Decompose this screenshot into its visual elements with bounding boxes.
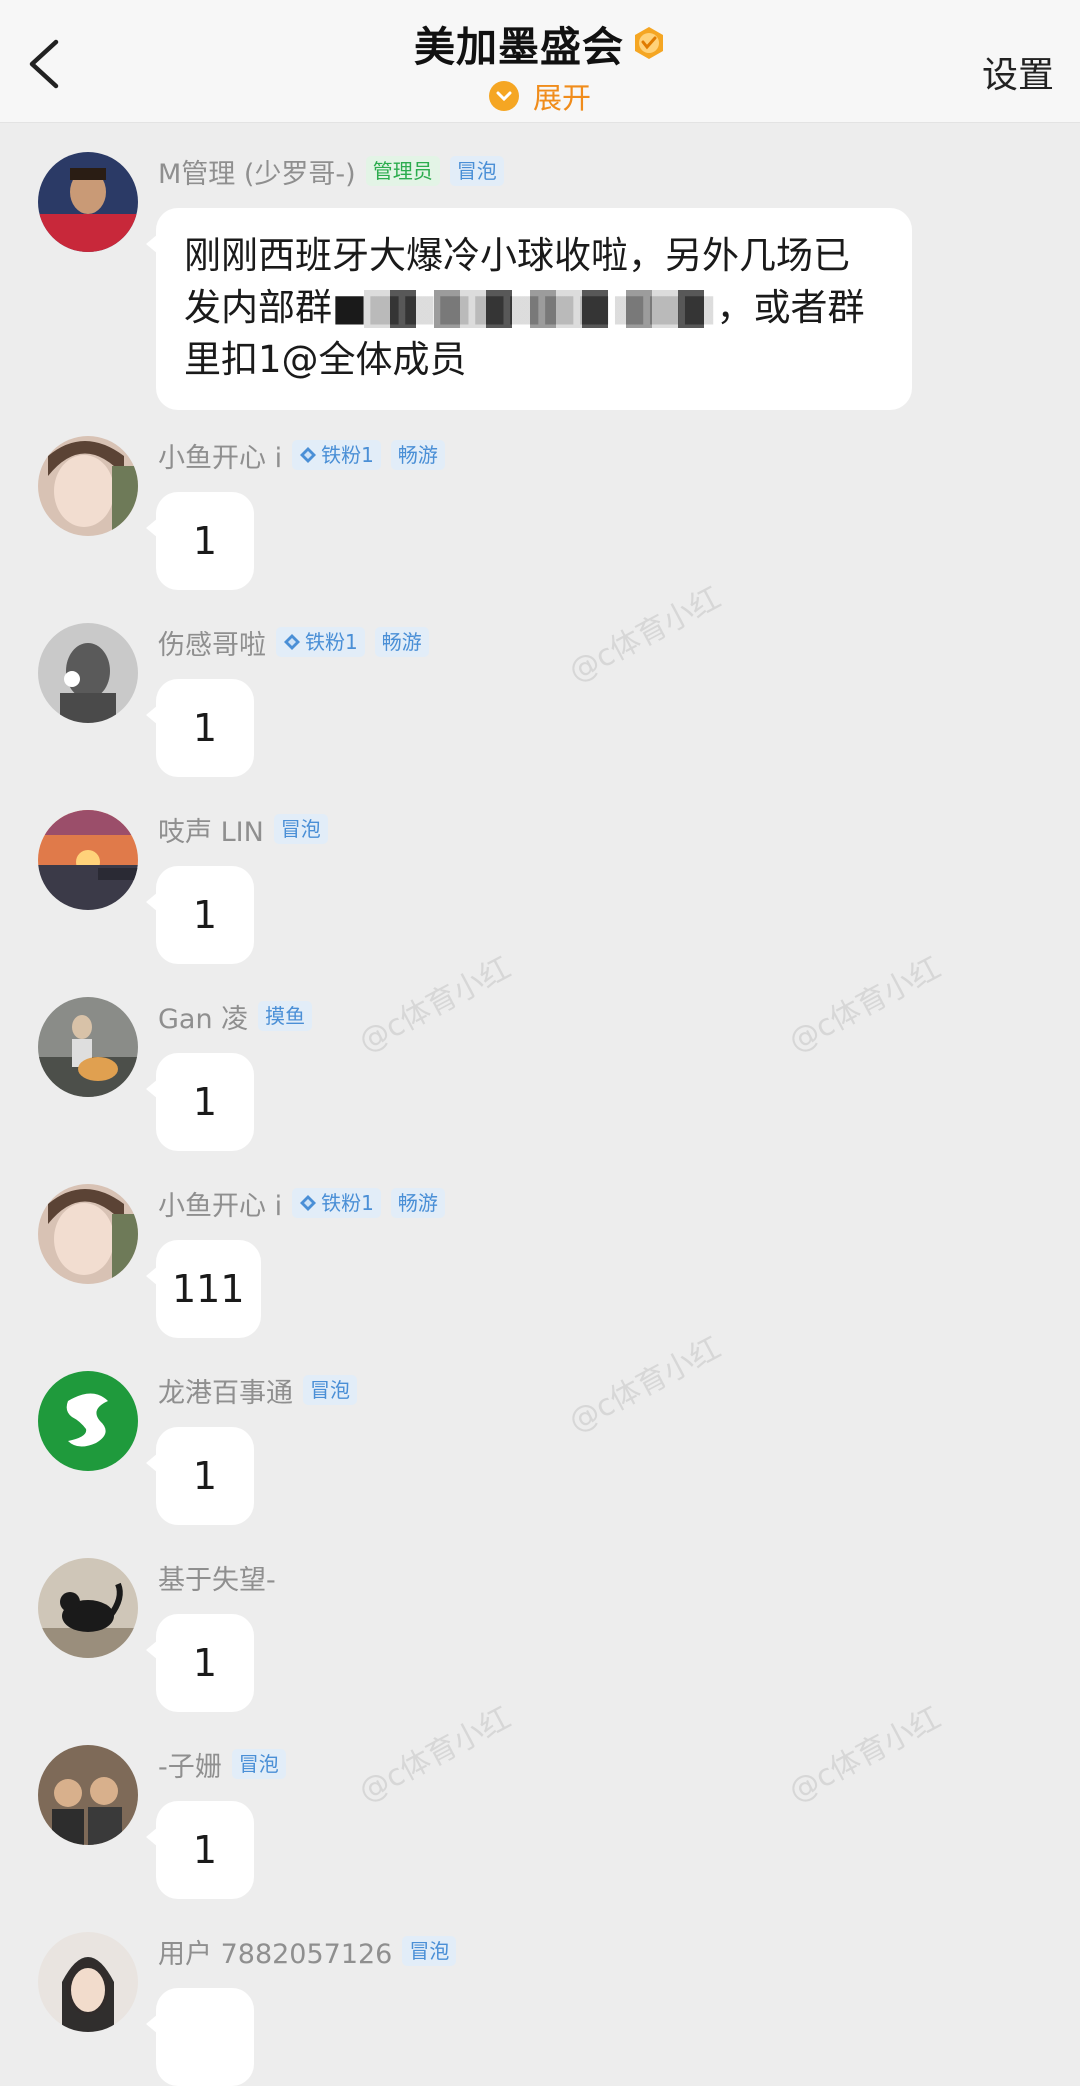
sender-name[interactable]: 吱声 LIN — [158, 810, 264, 849]
message-line-redacted: 发内部群■■■■■■■■■■■，或者群 — [184, 282, 865, 334]
message-bubble[interactable]: 1 — [146, 492, 254, 590]
bubble-tail — [146, 518, 158, 538]
level-badge: 畅游 — [374, 627, 429, 657]
level-badge: 畅游 — [390, 440, 445, 470]
watermark: @c体育小红 — [563, 1330, 727, 1440]
bubble-tail — [146, 1453, 158, 1473]
expand-label: 展开 — [532, 81, 591, 115]
message-bubble[interactable] — [146, 1988, 254, 2086]
bubble-tail — [146, 892, 158, 912]
settings-button[interactable]: 设置 — [982, 46, 1054, 98]
sender-name[interactable]: M管理 (少罗哥-) — [158, 152, 356, 191]
message-bubble[interactable]: 1 — [146, 1801, 254, 1899]
bubble-tail — [146, 2014, 158, 2034]
message-bubble[interactable]: 1 — [146, 1053, 254, 1151]
sender-name[interactable]: -子姗 — [158, 1745, 222, 1784]
avatar[interactable] — [38, 1558, 138, 1658]
group-title: 美加墨盛会 — [414, 23, 624, 71]
fan-badge-label: 铁粉1 — [305, 630, 358, 654]
message-text: 1 — [192, 893, 218, 937]
bubble-tail — [146, 1079, 158, 1099]
avatar[interactable] — [38, 1371, 138, 1471]
fan-badge: 铁粉1 — [292, 440, 381, 470]
message-text: 111 — [172, 1267, 245, 1311]
watermark: @c体育小红 — [783, 950, 947, 1060]
level-badge: 冒泡 — [402, 1936, 457, 1966]
message-bubble[interactable]: 1 — [146, 1427, 254, 1525]
level-badge: 摸鱼 — [258, 1001, 313, 1031]
diamond-icon — [300, 1195, 317, 1211]
chat-header: 美加墨盛会 展开 设置 — [0, 0, 1080, 123]
sender-name[interactable]: 小鱼开心 i — [158, 1184, 282, 1223]
watermark: @c体育小红 — [353, 950, 517, 1060]
avatar[interactable] — [38, 997, 138, 1097]
expand-toggle[interactable]: 展开 — [0, 76, 1080, 116]
message-bubble[interactable]: 1 — [146, 1614, 254, 1712]
avatar[interactable] — [38, 436, 138, 536]
message-text: 1 — [192, 1454, 218, 1498]
avatar[interactable] — [38, 810, 138, 910]
bubble-tail — [146, 705, 158, 725]
sender-name[interactable]: Gan 凌 — [158, 997, 248, 1036]
message-bubble[interactable]: 1 — [146, 679, 254, 777]
level-badge: 冒泡 — [449, 156, 504, 186]
watermark: @c体育小红 — [563, 580, 727, 690]
verified-badge-icon — [632, 26, 666, 60]
sender-name[interactable]: 基于失望- — [158, 1558, 276, 1597]
fan-badge: 铁粉1 — [292, 1188, 381, 1218]
sender-name[interactable]: 用户 7882057126 — [158, 1932, 392, 1971]
message-bubble[interactable]: 刚刚西班牙大爆冷小球收啦，另外几场已 发内部群■■■■■■■■■■■，或者群 里… — [146, 208, 912, 410]
sender-name[interactable]: 小鱼开心 i — [158, 436, 282, 475]
message-text: 1 — [192, 519, 218, 563]
diamond-icon — [284, 634, 300, 650]
avatar[interactable] — [38, 623, 138, 723]
diamond-icon — [300, 447, 317, 463]
admin-badge: 管理员 — [365, 156, 440, 186]
avatar[interactable] — [38, 1184, 138, 1284]
level-badge: 冒泡 — [231, 1749, 286, 1779]
watermark: @c体育小红 — [353, 1700, 517, 1810]
sender-name[interactable]: 龙港百事通 — [158, 1371, 293, 1410]
bubble-tail — [146, 1266, 158, 1286]
message-bubble[interactable]: 111 — [146, 1240, 261, 1338]
mosaic-redaction — [364, 290, 715, 328]
level-badge: 冒泡 — [273, 814, 328, 844]
bubble-tail — [146, 1640, 158, 1660]
message-text: 1 — [192, 1641, 218, 1685]
avatar[interactable] — [38, 1745, 138, 1845]
bubble-tail — [146, 1827, 158, 1847]
avatar[interactable] — [38, 1932, 138, 2032]
bubble-tail — [146, 234, 158, 254]
message-text: 1 — [192, 1080, 218, 1124]
watermark: @c体育小红 — [783, 1700, 947, 1810]
message-text: 1 — [192, 1828, 218, 1872]
title-row: 美加墨盛会 — [0, 18, 1080, 71]
fan-badge-label: 铁粉1 — [321, 1191, 374, 1215]
fan-badge: 铁粉1 — [276, 627, 365, 657]
avatar[interactable] — [38, 152, 138, 252]
message-line: 里扣1@全体成员 — [184, 338, 467, 381]
message-line: 刚刚西班牙大爆冷小球收啦，另外几场已 — [184, 234, 850, 277]
level-badge: 畅游 — [390, 1188, 445, 1218]
message-text: 1 — [192, 706, 218, 750]
level-badge: 冒泡 — [303, 1375, 357, 1405]
chevron-down-icon — [488, 81, 519, 111]
message-bubble[interactable]: 1 — [146, 866, 254, 964]
sender-name[interactable]: 伤感哥啦 — [158, 623, 266, 662]
fan-badge-label: 铁粉1 — [321, 443, 374, 467]
